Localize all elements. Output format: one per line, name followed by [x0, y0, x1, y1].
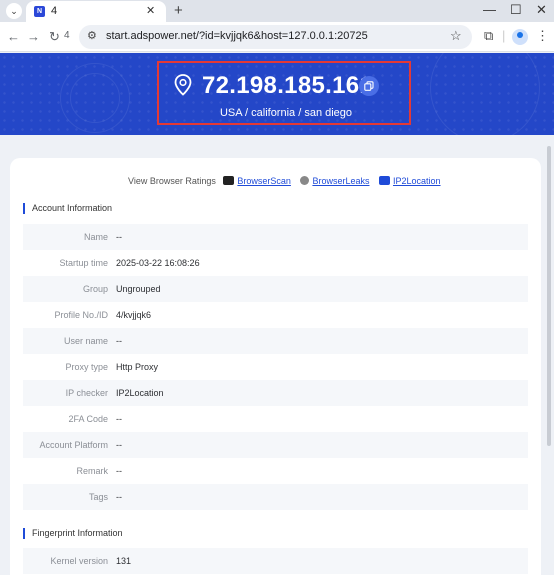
row-label: Tags [88, 492, 108, 502]
tab-favicon-icon: N [34, 6, 45, 17]
row-value: -- [116, 232, 122, 242]
toolbar-divider: | [502, 28, 506, 43]
copy-icon [364, 81, 374, 91]
row-label: 2FA Code [68, 414, 108, 424]
ip2location-icon [378, 176, 390, 185]
browserleaks-icon [300, 176, 310, 185]
ip2location-link[interactable]: IP2Location [393, 176, 441, 186]
ratings-label: View Browser Ratings [128, 176, 216, 186]
row-value: -- [116, 336, 122, 346]
row-label: IP checker [65, 388, 108, 398]
row-value: -- [116, 492, 122, 502]
profile-info-card: View Browser Ratings BrowserScan Browser… [10, 158, 541, 575]
info-row-profile-id: Profile No./ID 4/kvjjqk6 [23, 302, 528, 328]
copy-ip-button[interactable] [359, 76, 379, 96]
row-label: Proxy type [65, 362, 108, 372]
browser-toolbar: ← → ↻ 4 ⚙ start.adspower.net/?id=kvjjqk6… [0, 22, 554, 52]
minimize-icon[interactable]: — [483, 2, 496, 17]
browserleaks-link[interactable]: BrowserLeaks [312, 176, 369, 186]
browserscan-link[interactable]: BrowserScan [237, 176, 291, 186]
circle-decoration [430, 53, 540, 135]
ip-header: 72.198.185.161 USA / california / san di… [0, 53, 554, 135]
ip-highlight-box: 72.198.185.161 USA / california / san di… [157, 61, 411, 125]
reload-icon[interactable]: ↻ [49, 29, 60, 45]
forward-icon[interactable]: → [27, 29, 40, 44]
row-label: Name [83, 232, 108, 242]
info-row-ip-checker: IP checker IP2Location [23, 380, 528, 406]
info-row-proxy-type: Proxy type Http Proxy [23, 354, 528, 380]
info-row-2fa-code: 2FA Code -- [23, 406, 528, 432]
row-value: -- [116, 466, 122, 476]
info-row-user-name: User name -- [23, 328, 528, 354]
browser-ratings: View Browser Ratings BrowserScan Browser… [128, 176, 448, 186]
new-tab-icon[interactable]: + [174, 2, 183, 19]
close-window-icon[interactable]: ✕ [536, 2, 547, 18]
location-pin-icon [174, 74, 192, 96]
extensions-icon[interactable]: ⧉ [484, 28, 493, 44]
row-label: Group [82, 284, 108, 294]
row-value: IP2Location [116, 388, 164, 398]
row-value: 131 [116, 556, 132, 566]
row-value: -- [116, 414, 122, 424]
info-row-account-platform: Account Platform -- [23, 432, 528, 458]
row-value: Http Proxy [116, 362, 159, 372]
row-value: 4/kvjjqk6 [116, 310, 152, 320]
bookmark-star-icon[interactable]: ☆ [450, 28, 462, 44]
row-label: Account Platform [39, 440, 108, 450]
info-row-tags: Tags -- [23, 484, 528, 510]
tab-close-icon[interactable]: ✕ [146, 4, 155, 17]
menu-dots-icon[interactable]: ⋮ [536, 28, 549, 44]
row-label: Startup time [59, 258, 108, 268]
row-value: -- [116, 440, 122, 450]
site-info-icon[interactable]: ⚙ [87, 29, 97, 42]
tab-active[interactable]: N 4 ✕ [26, 1, 166, 22]
url-text[interactable]: start.adspower.net/?id=kvjjqk6&host=127.… [106, 30, 368, 42]
row-value: Ungrouped [116, 284, 161, 294]
row-value: 2025-03-22 16:08:26 [116, 258, 200, 268]
info-row-kernel-version: Kernel version 131 [23, 548, 528, 574]
info-row-name: Name -- [23, 224, 528, 250]
page-scrollbar[interactable] [547, 146, 551, 446]
ip-location: USA / california / san diego [219, 107, 353, 119]
tab-search-icon[interactable]: ⌄ [6, 3, 22, 19]
account-info-title: Account Information [23, 203, 112, 214]
info-row-startup-time: Startup time 2025-03-22 16:08:26 [23, 250, 528, 276]
row-label: User name [63, 336, 108, 346]
back-icon[interactable]: ← [7, 29, 20, 44]
row-label: Kernel version [50, 556, 108, 566]
fingerprint-decoration [70, 73, 120, 123]
tab-strip: ⌄ N 4 ✕ + — ☐ ✕ [0, 0, 554, 22]
tab-count-label: 4 [64, 30, 70, 41]
info-row-remark: Remark -- [23, 458, 528, 484]
fingerprint-info-title: Fingerprint Information [23, 528, 123, 539]
row-label: Profile No./ID [54, 310, 108, 320]
browserscan-icon [223, 176, 235, 185]
tab-title: 4 [51, 5, 58, 17]
maximize-icon[interactable]: ☐ [510, 2, 522, 18]
info-row-group: Group Ungrouped [23, 276, 528, 302]
address-bar[interactable]: ⚙ start.adspower.net/?id=kvjjqk6&host=12… [79, 25, 472, 49]
row-label: Remark [76, 466, 108, 476]
ip-address: 72.198.185.161 [202, 72, 374, 99]
profile-avatar[interactable] [512, 29, 528, 45]
